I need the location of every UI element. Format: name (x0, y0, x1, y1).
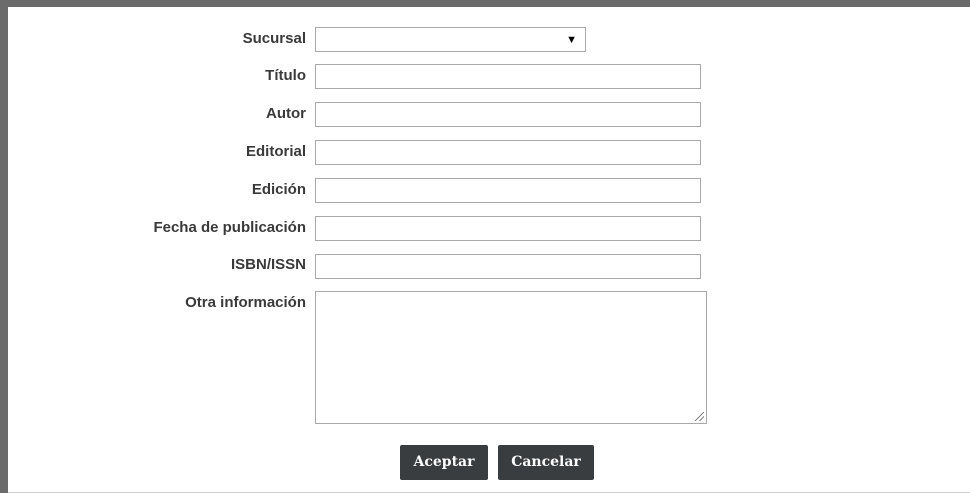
chevron-down-icon: ▼ (566, 34, 577, 46)
sucursal-select[interactable]: ▼ (315, 27, 586, 52)
otra-informacion-label: Otra información (185, 294, 306, 311)
book-form-panel: Sucursal ▼ Título Autor Editorial Edició… (8, 7, 970, 493)
titulo-input[interactable] (315, 64, 701, 89)
isbn-input[interactable] (315, 254, 701, 279)
isbn-label: ISBN/ISSN (230, 256, 306, 273)
autor-label: Autor (266, 105, 306, 122)
edicion-input[interactable] (315, 178, 701, 203)
aceptar-button[interactable]: Aceptar (400, 445, 488, 480)
editorial-label: Editorial (245, 143, 306, 160)
cancelar-button[interactable]: Cancelar (498, 445, 594, 480)
editorial-input[interactable] (315, 140, 701, 165)
edicion-label: Edición (251, 181, 306, 198)
sucursal-label: Sucursal (242, 30, 306, 47)
titulo-label: Título (265, 67, 306, 84)
resize-handle-icon[interactable] (695, 412, 704, 421)
otra-informacion-textarea[interactable] (315, 291, 707, 424)
autor-input[interactable] (315, 102, 701, 127)
fecha-input[interactable] (315, 216, 701, 241)
fecha-label: Fecha de publicación (153, 219, 306, 236)
